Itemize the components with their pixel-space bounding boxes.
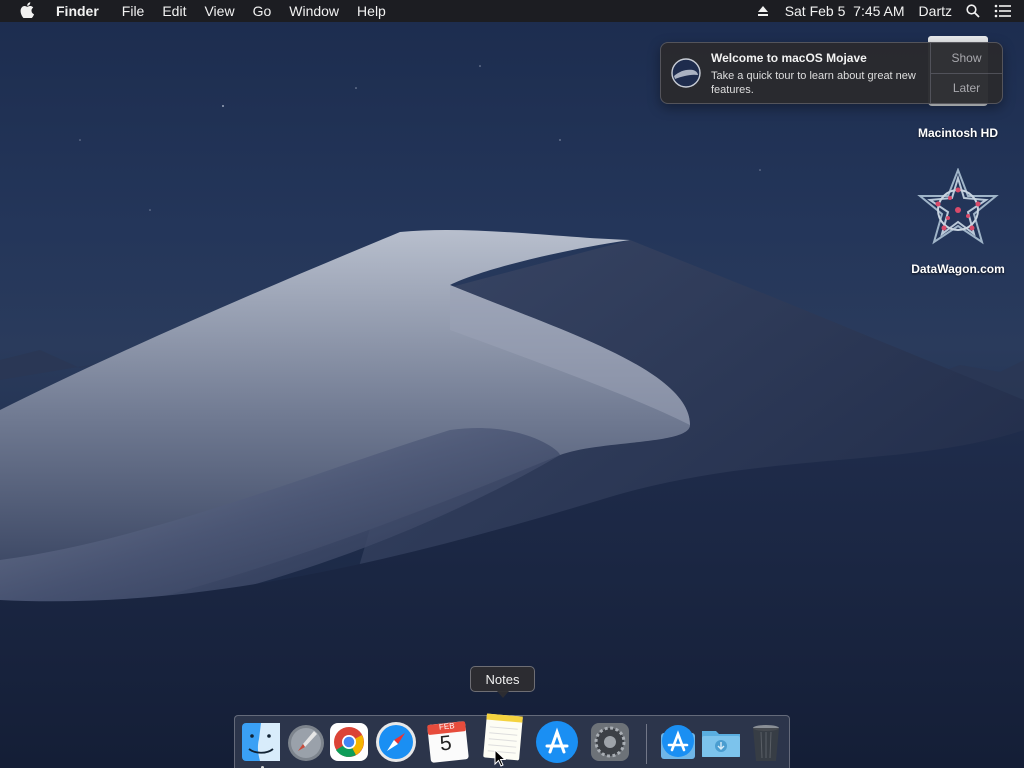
calendar-day: 5 (438, 731, 453, 756)
dock-item-chrome[interactable] (326, 719, 372, 765)
trash-icon (753, 725, 779, 761)
menu-go[interactable]: Go (244, 0, 281, 22)
notification-center-icon[interactable] (994, 0, 1012, 22)
notification-show-button[interactable]: Show (931, 43, 1002, 73)
mojave-icon (671, 58, 701, 88)
dock: FEB 5 (234, 713, 790, 768)
dock-item-applications[interactable] (655, 719, 701, 765)
finder-icon (242, 723, 280, 761)
dock-item-system-preferences[interactable] (587, 719, 633, 765)
mojave-dune-wallpaper (0, 65, 1024, 768)
mouse-cursor-icon (494, 748, 507, 768)
apple-logo-icon (20, 1, 34, 21)
desktop-icon-label: DataWagon.com (911, 262, 1005, 276)
menu-bar: Finder File Edit View Go Window Help Sat… (0, 0, 1024, 22)
dock-item-launchpad[interactable] (283, 719, 329, 765)
notification-actions: Show Later (930, 43, 1002, 103)
menu-app-finder[interactable]: Finder (56, 0, 113, 22)
notification-app-icon (661, 43, 711, 103)
dock-item-app-store[interactable] (534, 719, 580, 765)
desktop-icon-label: Macintosh HD (917, 126, 998, 140)
menu-file[interactable]: File (113, 0, 154, 22)
applications-stack-icon (661, 725, 695, 759)
dock-separator (646, 724, 647, 764)
menu-view[interactable]: View (195, 0, 243, 22)
safari-icon (376, 722, 416, 762)
downloads-folder-icon (702, 731, 740, 757)
menu-help[interactable]: Help (348, 0, 395, 22)
datawagon-icon (916, 167, 1000, 252)
desktop-wallpaper (0, 0, 1024, 768)
notification-later-button[interactable]: Later (931, 72, 1002, 104)
menu-window[interactable]: Window (280, 0, 348, 22)
menu-bar-right: Sat Feb 5 7:45 AM Dartz (743, 0, 1024, 22)
menu-bar-left: Finder File Edit View Go Window Help (0, 0, 395, 22)
system-preferences-icon (591, 723, 629, 761)
user-menu[interactable]: Dartz (919, 0, 952, 22)
desktop-icon-datawagon[interactable]: DataWagon.com (898, 167, 1018, 276)
notification-content: Welcome to macOS Mojave Take a quick tou… (711, 43, 930, 103)
notification-banner[interactable]: Welcome to macOS Mojave Take a quick tou… (660, 42, 1003, 104)
menu-edit[interactable]: Edit (153, 0, 195, 22)
dock-item-downloads[interactable] (698, 719, 744, 765)
search-icon[interactable] (966, 0, 980, 22)
launchpad-icon (288, 725, 324, 761)
dock-item-safari[interactable] (373, 719, 419, 765)
app-store-icon (536, 721, 578, 763)
notification-body: Take a quick tour to learn about great n… (711, 70, 916, 96)
calendar-month: FEB (438, 721, 455, 732)
dock-item-finder[interactable] (238, 719, 284, 768)
dock-item-calendar[interactable]: FEB 5 (425, 719, 471, 765)
dock-tooltip: Notes (470, 666, 535, 698)
clock-datetime[interactable]: Sat Feb 5 7:45 AM (785, 0, 905, 22)
dock-item-trash[interactable] (743, 719, 789, 765)
apple-menu-button[interactable] (0, 0, 56, 22)
eject-icon[interactable] (757, 0, 769, 22)
chrome-icon (330, 723, 368, 761)
notification-title: Welcome to macOS Mojave (711, 51, 867, 65)
